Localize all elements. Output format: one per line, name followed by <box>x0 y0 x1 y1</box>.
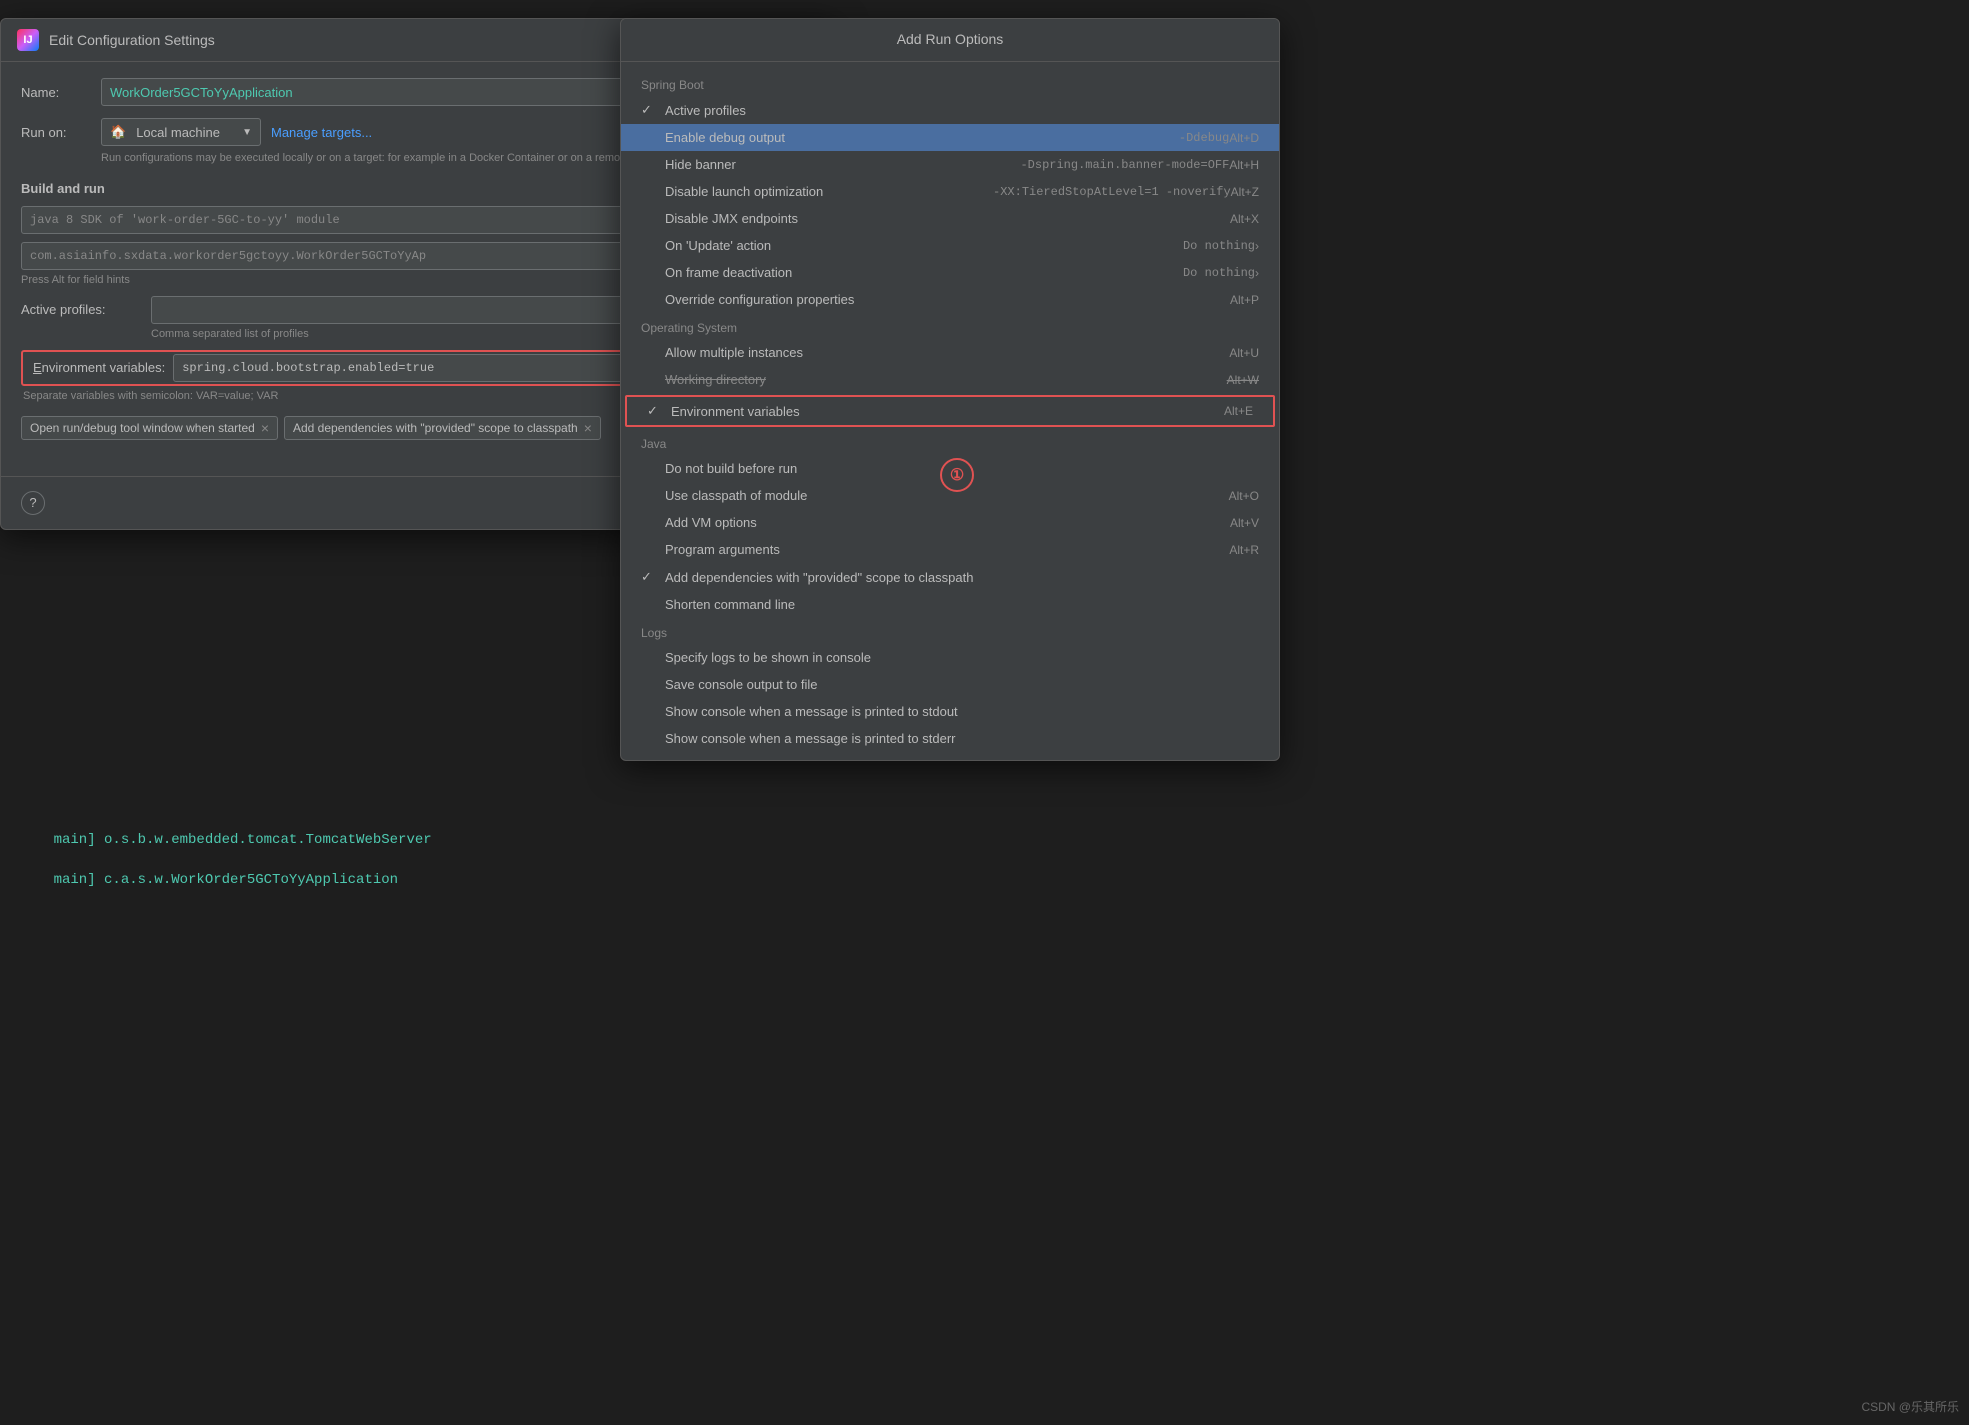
text-enable-debug: Enable debug output <box>665 130 1171 145</box>
shortcut-disable-launch: Alt+Z <box>1231 185 1259 199</box>
panel-title: Add Run Options <box>897 31 1004 47</box>
text-on-update: On 'Update' action <box>665 238 1175 253</box>
text-on-deactivation: On frame deactivation <box>665 265 1175 280</box>
menu-item-specify-logs[interactable]: Specify logs to be shown in console <box>621 644 1279 671</box>
param-on-deactivation: Do nothing <box>1183 266 1255 280</box>
param-enable-debug: -Ddebug <box>1179 131 1229 145</box>
text-shorten-cmd: Shorten command line <box>665 597 1259 612</box>
menu-item-disable-launch[interactable]: Disable launch optimization -XX:TieredSt… <box>621 178 1279 205</box>
runon-label: Run on: <box>21 125 91 140</box>
text-add-deps: Add dependencies with "provided" scope t… <box>665 570 1259 585</box>
section-logs: Logs <box>621 618 1279 644</box>
param-on-update: Do nothing <box>1183 239 1255 253</box>
shortcut-hide-banner: Alt+H <box>1229 158 1259 172</box>
annotation-circle-1: ① <box>940 458 974 492</box>
menu-item-active-profiles[interactable]: ✓ Active profiles <box>621 96 1279 124</box>
tag-close-1[interactable]: × <box>261 420 269 436</box>
tag-text-2: Add dependencies with "provided" scope t… <box>293 421 578 435</box>
check-env-vars: ✓ <box>647 403 663 419</box>
tag-open-tool-window: Open run/debug tool window when started … <box>21 416 278 440</box>
shortcut-vm-options: Alt+V <box>1230 516 1259 530</box>
menu-item-show-stderr[interactable]: Show console when a message is printed t… <box>621 725 1279 752</box>
menu-item-env-vars[interactable]: ✓ Environment variables Alt+E <box>627 397 1273 425</box>
param-disable-launch: -XX:TieredStopAtLevel=1 -noverify <box>993 185 1231 199</box>
menu-item-allow-multiple[interactable]: Allow multiple instances Alt+U <box>621 339 1279 366</box>
add-run-options-panel: Add Run Options Spring Boot ✓ Active pro… <box>620 18 1280 761</box>
text-env-vars: Environment variables <box>671 404 1224 419</box>
arrow-on-update: › <box>1255 239 1259 253</box>
terminal-line-2: main] c.a.s.w.WorkOrder5GCToYyApplicatio… <box>0 870 1969 890</box>
shortcut-classpath-module: Alt+O <box>1229 489 1259 503</box>
house-icon: 🏠 <box>110 124 126 140</box>
text-show-stdout: Show console when a message is printed t… <box>665 704 1259 719</box>
shortcut-enable-debug: Alt+D <box>1229 131 1259 145</box>
dialog-title: Edit Configuration Settings <box>49 32 215 48</box>
check-add-deps: ✓ <box>641 569 657 585</box>
active-profiles-label: Active profiles: <box>21 302 151 317</box>
shortcut-disable-jmx: Alt+X <box>1230 212 1259 226</box>
titlebar-left: IJ Edit Configuration Settings <box>17 29 215 51</box>
text-override-config: Override configuration properties <box>665 292 1230 307</box>
dropdown-arrow-icon: ▼ <box>242 127 252 138</box>
param-hide-banner: -Dspring.main.banner-mode=OFF <box>1020 158 1229 172</box>
menu-item-program-args[interactable]: Program arguments Alt+R <box>621 536 1279 563</box>
text-specify-logs: Specify logs to be shown in console <box>665 650 1259 665</box>
section-operating-system: Operating System <box>621 313 1279 339</box>
text-hide-banner: Hide banner <box>665 157 1012 172</box>
text-vm-options: Add VM options <box>665 515 1230 530</box>
text-active-profiles: Active profiles <box>665 103 1259 118</box>
env-vars-label: Environment variables: <box>25 360 173 375</box>
help-button[interactable]: ? <box>21 491 45 515</box>
menu-item-override-config[interactable]: Override configuration properties Alt+P <box>621 286 1279 313</box>
manage-targets-link[interactable]: Manage targets... <box>271 125 372 140</box>
text-disable-jmx: Disable JMX endpoints <box>665 211 1230 226</box>
shortcut-env-vars: Alt+E <box>1224 404 1253 418</box>
runon-value: Local machine <box>136 125 220 140</box>
text-working-dir: Working directory <box>665 372 1227 387</box>
menu-item-shorten-cmd[interactable]: Shorten command line <box>621 591 1279 618</box>
sdk-value: java 8 SDK of 'work-order-5GC-to-yy' mod… <box>30 213 340 227</box>
shortcut-working-dir: Alt+W <box>1227 373 1259 387</box>
menu-item-on-deactivation[interactable]: On frame deactivation Do nothing › <box>621 259 1279 286</box>
menu-item-save-console[interactable]: Save console output to file <box>621 671 1279 698</box>
text-disable-launch: Disable launch optimization <box>665 184 985 199</box>
shortcut-allow-multiple: Alt+U <box>1229 346 1259 360</box>
arrow-on-deactivation: › <box>1255 266 1259 280</box>
tag-text-1: Open run/debug tool window when started <box>30 421 255 435</box>
env-vars-menu-border: ✓ Environment variables Alt+E <box>625 395 1275 427</box>
panel-body: Spring Boot ✓ Active profiles Enable deb… <box>621 62 1279 760</box>
shortcut-program-args: Alt+R <box>1229 543 1259 557</box>
text-show-stderr: Show console when a message is printed t… <box>665 731 1259 746</box>
menu-item-enable-debug[interactable]: Enable debug output -Ddebug Alt+D <box>621 124 1279 151</box>
terminal-line-1: main] o.s.b.w.embedded.tomcat.TomcatWebS… <box>0 830 1969 850</box>
menu-item-hide-banner[interactable]: Hide banner -Dspring.main.banner-mode=OF… <box>621 151 1279 178</box>
name-label: Name: <box>21 85 91 100</box>
tag-close-2[interactable]: × <box>584 420 592 436</box>
text-program-args: Program arguments <box>665 542 1229 557</box>
intellij-icon: IJ <box>17 29 39 51</box>
menu-item-show-stdout[interactable]: Show console when a message is printed t… <box>621 698 1279 725</box>
text-save-console: Save console output to file <box>665 677 1259 692</box>
text-classpath-module: Use classpath of module <box>665 488 1229 503</box>
shortcut-override-config: Alt+P <box>1230 293 1259 307</box>
menu-item-vm-options[interactable]: Add VM options Alt+V <box>621 509 1279 536</box>
runon-dropdown[interactable]: 🏠 Local machine ▼ <box>101 118 261 146</box>
menu-item-add-deps[interactable]: ✓ Add dependencies with "provided" scope… <box>621 563 1279 591</box>
panel-header: Add Run Options <box>621 19 1279 62</box>
check-active-profiles: ✓ <box>641 102 657 118</box>
menu-item-working-dir[interactable]: Working directory Alt+W <box>621 366 1279 393</box>
watermark: CSDN @乐其所乐 <box>1861 1398 1959 1415</box>
name-input[interactable] <box>101 78 651 106</box>
menu-item-disable-jmx[interactable]: Disable JMX endpoints Alt+X <box>621 205 1279 232</box>
section-spring-boot: Spring Boot <box>621 70 1279 96</box>
text-allow-multiple: Allow multiple instances <box>665 345 1229 360</box>
tag-add-dependencies: Add dependencies with "provided" scope t… <box>284 416 601 440</box>
section-java: Java <box>621 429 1279 455</box>
menu-item-on-update[interactable]: On 'Update' action Do nothing › <box>621 232 1279 259</box>
